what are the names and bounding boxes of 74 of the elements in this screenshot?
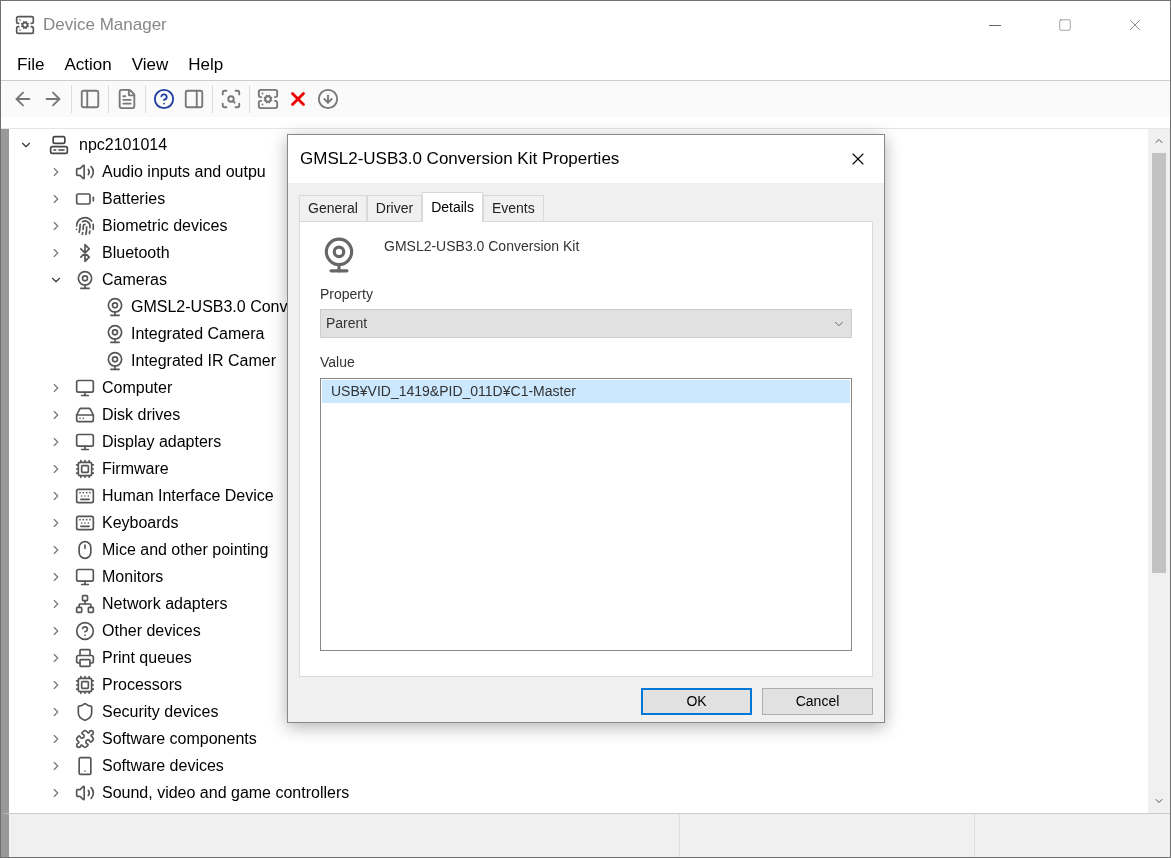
device-name: GMSL2-USB3.0 Conversion Kit bbox=[384, 237, 580, 256]
property-label: Property bbox=[320, 285, 374, 304]
tree-item[interactable]: Display adapters bbox=[102, 429, 222, 454]
tree-item[interactable]: Batteries bbox=[102, 186, 166, 211]
scrollbar-thumb[interactable] bbox=[1152, 153, 1166, 573]
panel-icon[interactable] bbox=[78, 87, 102, 111]
tree-item[interactable]: Audio inputs and outpu bbox=[102, 159, 266, 184]
window-title: Device Manager bbox=[43, 14, 167, 37]
tree-item[interactable]: Security devices bbox=[102, 699, 219, 724]
printer-icon bbox=[75, 647, 95, 668]
chip-icon bbox=[75, 458, 95, 479]
tree-item[interactable]: Mice and other pointing bbox=[102, 537, 269, 562]
tree-item[interactable]: Sound, video and game controllers bbox=[102, 780, 350, 805]
fingerprint-icon bbox=[75, 215, 95, 236]
tree-item[interactable]: Print queues bbox=[102, 645, 192, 670]
tab[interactable]: Details bbox=[422, 192, 483, 222]
tab[interactable]: Events bbox=[482, 195, 544, 221]
tab[interactable]: Driver bbox=[366, 195, 423, 221]
panel-icon bbox=[183, 88, 205, 110]
monitor-icon bbox=[75, 566, 95, 587]
tree-item[interactable]: npc2101014 bbox=[79, 132, 168, 157]
help-icon bbox=[153, 88, 175, 110]
menu-item[interactable]: View bbox=[121, 51, 179, 78]
dialog-title: GMSL2-USB3.0 Conversion Kit Properties bbox=[300, 148, 620, 171]
network-icon bbox=[75, 593, 95, 614]
monitor-icon bbox=[75, 377, 95, 398]
webcam-icon bbox=[105, 350, 125, 371]
properties-icon bbox=[116, 88, 138, 110]
tree-item[interactable]: Keyboards bbox=[102, 510, 179, 535]
tree-item[interactable]: Human Interface Device bbox=[102, 483, 274, 508]
tree-item[interactable]: Network adapters bbox=[102, 591, 228, 616]
monitor-icon bbox=[75, 431, 95, 452]
help-icon[interactable] bbox=[152, 87, 176, 111]
menu-item[interactable]: File bbox=[7, 51, 55, 78]
value-row[interactable]: USB¥VID_1419&PID_011D¥C1-Master bbox=[322, 380, 850, 403]
dialog-button[interactable]: Cancel bbox=[762, 688, 873, 715]
speaker-icon bbox=[75, 161, 95, 182]
menu-item[interactable]: Action bbox=[54, 51, 122, 78]
property-dropdown[interactable]: Parent bbox=[320, 309, 852, 338]
tab[interactable]: General bbox=[299, 195, 367, 221]
maximize-icon bbox=[1058, 18, 1072, 32]
tree-item[interactable]: Monitors bbox=[102, 564, 164, 589]
tree-item[interactable]: Computer bbox=[102, 375, 173, 400]
tree-item[interactable]: Disk drives bbox=[102, 402, 181, 427]
tree-item[interactable]: Firmware bbox=[102, 456, 169, 481]
tree-item[interactable]: Cameras bbox=[102, 267, 167, 292]
minimize-icon bbox=[989, 24, 1001, 26]
webcam-icon bbox=[105, 323, 125, 344]
down-arrow-icon[interactable] bbox=[316, 87, 340, 111]
chip-icon bbox=[75, 674, 95, 695]
panel-icon[interactable] bbox=[182, 87, 206, 111]
scrollbar[interactable] bbox=[1148, 129, 1170, 813]
tree-item[interactable]: Integrated IR Camer bbox=[131, 348, 276, 373]
tree-item[interactable]: Bluetooth bbox=[102, 240, 170, 265]
mouse-icon bbox=[75, 539, 95, 560]
tree-item[interactable]: Integrated Camera bbox=[131, 321, 265, 346]
tree-item[interactable]: Other devices bbox=[102, 618, 201, 643]
phone-icon bbox=[75, 755, 95, 776]
tree-item[interactable]: GMSL2-USB3.0 Conv bbox=[131, 294, 288, 319]
webcam-icon bbox=[75, 269, 95, 290]
tree-item[interactable]: Biometric devices bbox=[102, 213, 228, 238]
panel-icon bbox=[79, 88, 101, 110]
puzzle-icon bbox=[75, 728, 95, 749]
tree-item[interactable]: Processors bbox=[102, 672, 183, 697]
tree-item[interactable]: Software devices bbox=[102, 753, 224, 778]
question-icon bbox=[75, 620, 95, 641]
dialog-button[interactable]: OK bbox=[641, 688, 752, 715]
speaker-icon bbox=[75, 782, 95, 803]
value-label: Value bbox=[320, 353, 356, 372]
webcam-icon bbox=[105, 296, 125, 317]
computer-icon bbox=[49, 134, 69, 155]
shield-icon bbox=[75, 701, 95, 722]
tree-item[interactable]: Software components bbox=[102, 726, 257, 751]
menu-item[interactable]: Help bbox=[178, 51, 234, 78]
